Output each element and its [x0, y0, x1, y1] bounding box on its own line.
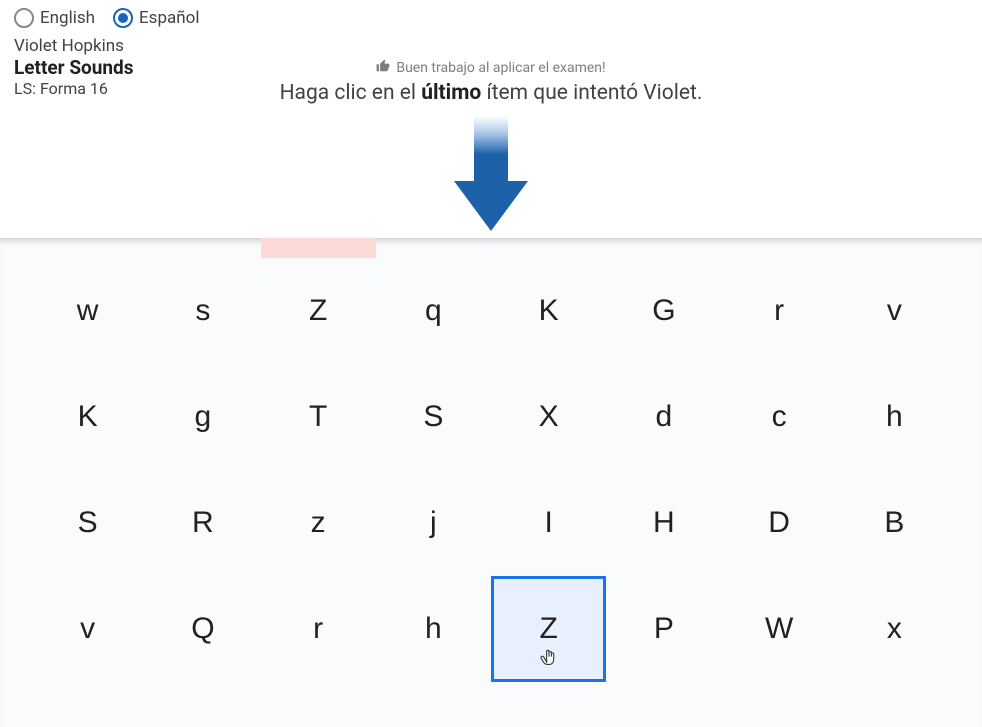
lang-english-label: English — [40, 8, 95, 28]
student-name: Violet Hopkins — [14, 36, 968, 56]
letter-glyph: d — [656, 402, 673, 432]
letter-glyph: Q — [191, 614, 214, 644]
header-area: English Español Violet Hopkins Letter So… — [0, 0, 982, 238]
letter-cell[interactable]: R — [145, 470, 260, 576]
letter-cell[interactable]: X — [491, 364, 606, 470]
letter-glyph: h — [425, 614, 442, 644]
letter-cell[interactable]: Z — [491, 576, 606, 682]
letter-cell[interactable]: G — [606, 258, 721, 364]
letter-glyph: w — [77, 296, 99, 326]
letter-cell[interactable]: q — [376, 258, 491, 364]
letter-glyph: q — [425, 296, 442, 326]
letter-cell[interactable]: K — [30, 364, 145, 470]
letter-glyph: c — [772, 402, 787, 432]
letter-cell[interactable]: w — [30, 258, 145, 364]
lang-spanish-radio[interactable]: Español — [113, 8, 199, 28]
letter-glyph: D — [768, 508, 790, 538]
letter-cell[interactable]: v — [30, 576, 145, 682]
letter-glyph: r — [774, 296, 784, 326]
letter-cell[interactable]: H — [606, 470, 721, 576]
letter-cell[interactable]: r — [261, 576, 376, 682]
letter-cell[interactable]: j — [376, 470, 491, 576]
letter-glyph: S — [423, 402, 443, 432]
instruction-block: Buen trabajo al aplicar el examen! Haga … — [0, 58, 982, 105]
letter-cell[interactable]: g — [145, 364, 260, 470]
letter-glyph: x — [887, 614, 902, 644]
language-toggle: English Español — [14, 8, 968, 28]
arrow-down-icon — [454, 116, 528, 231]
instruction-bold: último — [421, 81, 481, 105]
letter-glyph: h — [886, 402, 903, 432]
letter-cell[interactable]: h — [837, 364, 952, 470]
letter-glyph: Z — [309, 296, 327, 326]
letter-glyph: Z — [539, 614, 557, 644]
radio-icon — [14, 8, 34, 28]
radio-icon — [113, 8, 133, 28]
letter-cell[interactable]: Z — [261, 258, 376, 364]
letter-cell[interactable]: s — [145, 258, 260, 364]
letter-glyph: K — [78, 402, 98, 432]
hand-cursor-icon — [539, 648, 558, 676]
letter-cell[interactable]: Q — [145, 576, 260, 682]
letter-glyph: H — [653, 508, 675, 538]
letter-glyph: s — [195, 296, 210, 326]
letter-glyph: S — [78, 508, 98, 538]
letter-cell[interactable]: d — [606, 364, 721, 470]
goodjob-message: Buen trabajo al aplicar el examen! — [376, 59, 605, 77]
letter-glyph: B — [884, 508, 904, 538]
letter-cell[interactable]: W — [722, 576, 837, 682]
letter-glyph: T — [309, 402, 327, 432]
instruction-text: Haga clic en el último ítem que intentó … — [0, 81, 982, 105]
letter-cell[interactable]: v — [837, 258, 952, 364]
thumbs-up-icon — [376, 59, 390, 77]
letter-cell[interactable]: r — [722, 258, 837, 364]
letter-glyph: j — [430, 508, 437, 538]
lang-english-radio[interactable]: English — [14, 8, 95, 28]
letter-glyph: K — [539, 296, 559, 326]
letter-cell[interactable]: c — [722, 364, 837, 470]
letter-glyph: I — [544, 508, 552, 538]
letter-cell[interactable]: S — [30, 470, 145, 576]
letter-cell[interactable]: D — [722, 470, 837, 576]
grid-scroll-area[interactable]: NJqvwbcswsZqKGrvKgTSXdchSRzjIHDBvQrhZPWx — [0, 238, 982, 727]
lang-spanish-label: Español — [139, 8, 199, 28]
letter-cell[interactable]: h — [376, 576, 491, 682]
letter-glyph: P — [654, 614, 674, 644]
letter-cell[interactable]: x — [837, 576, 952, 682]
letter-glyph: R — [192, 508, 214, 538]
letter-cell[interactable]: K — [491, 258, 606, 364]
letter-glyph: r — [313, 614, 323, 644]
letter-glyph: v — [80, 614, 95, 644]
instruction-post: ítem que intentó Violet. — [481, 81, 702, 105]
letter-glyph: W — [765, 614, 793, 644]
letter-cell[interactable]: I — [491, 470, 606, 576]
letter-cell[interactable]: B — [837, 470, 952, 576]
letter-glyph: X — [539, 402, 559, 432]
letter-glyph: z — [311, 508, 326, 538]
letter-cell[interactable]: P — [606, 576, 721, 682]
letter-cell[interactable]: T — [261, 364, 376, 470]
goodjob-text: Buen trabajo al aplicar el examen! — [396, 60, 605, 76]
instruction-pre: Haga clic en el — [280, 81, 422, 105]
letter-cell[interactable]: z — [261, 470, 376, 576]
letter-glyph: g — [195, 402, 212, 432]
letter-glyph: v — [887, 296, 902, 326]
letter-cell[interactable]: S — [376, 364, 491, 470]
letter-glyph: G — [652, 296, 675, 326]
